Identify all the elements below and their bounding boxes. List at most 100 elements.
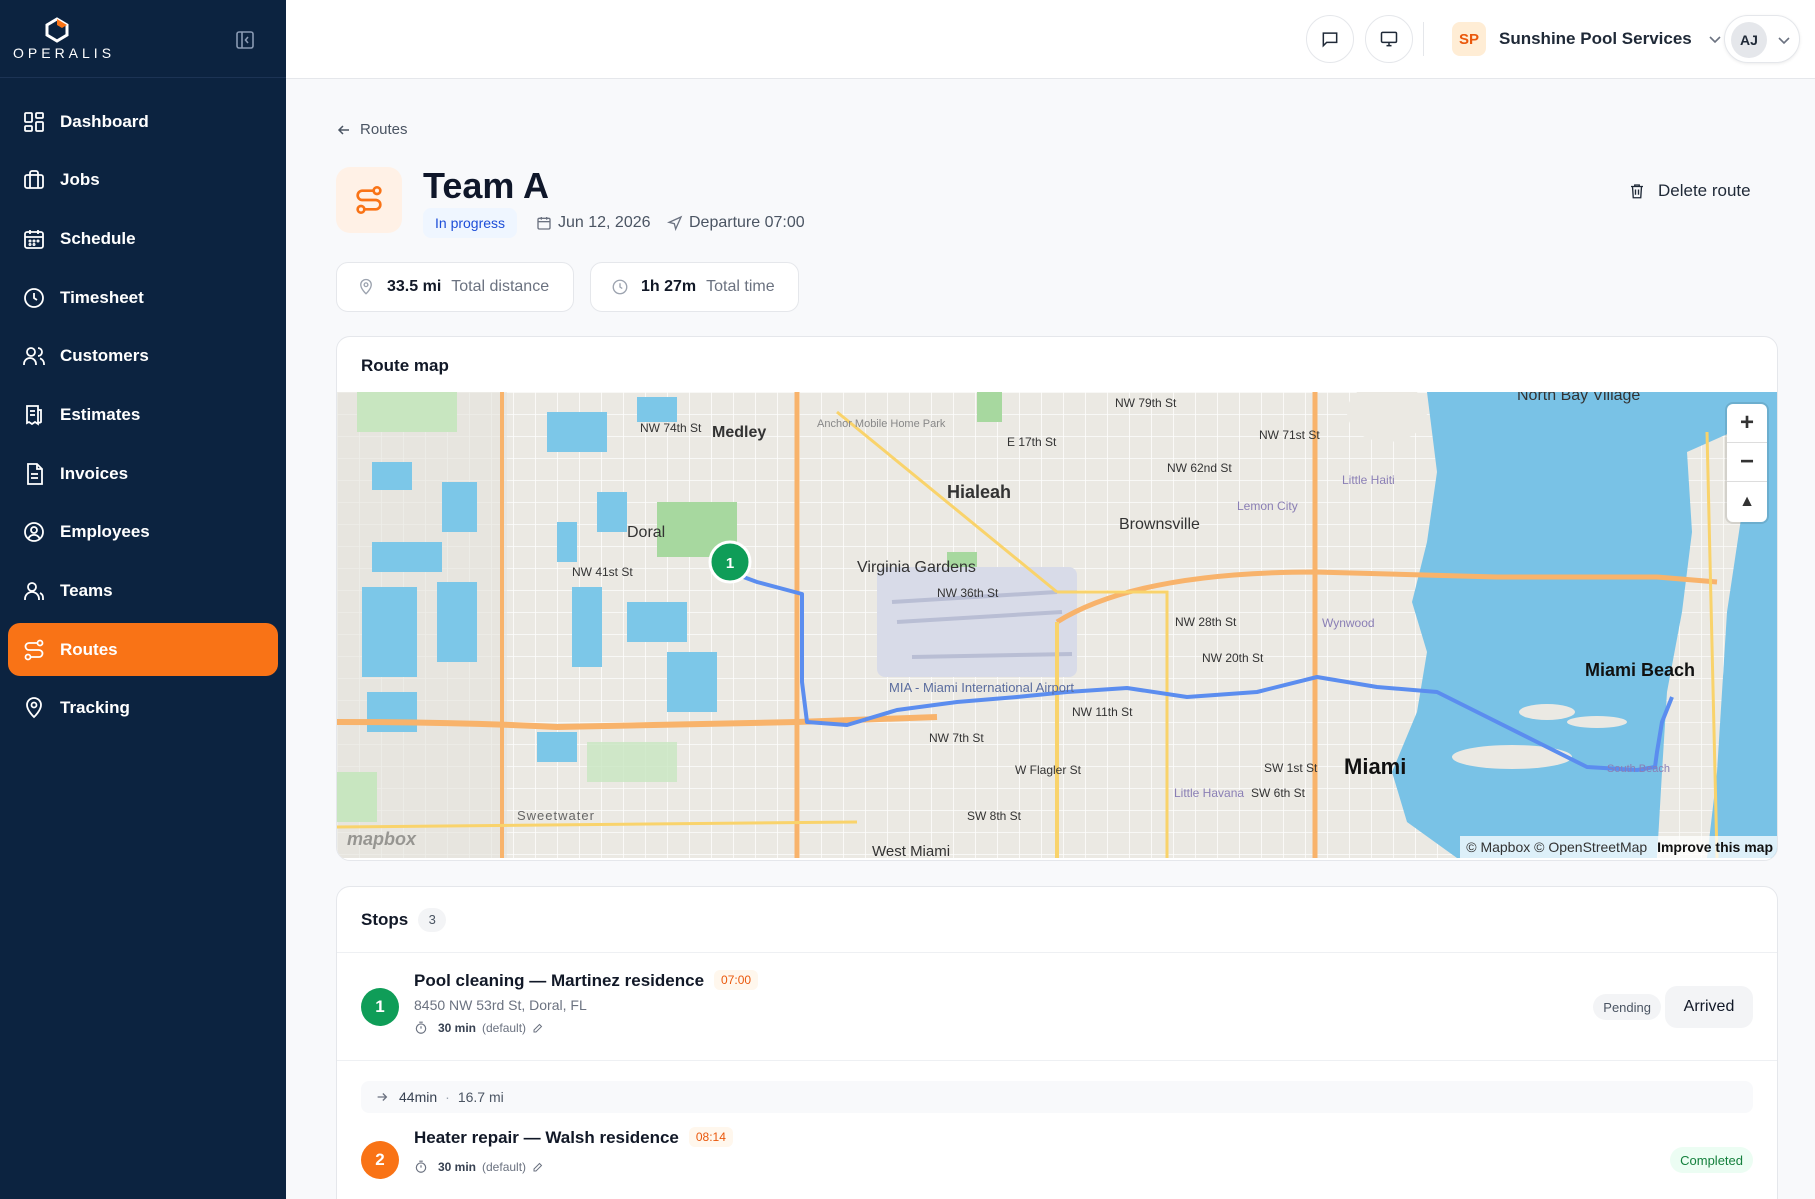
sidebar-item-schedule[interactable]: Schedule	[8, 212, 278, 265]
mapbox-logo[interactable]: mapbox	[347, 829, 416, 850]
sidebar-item-estimates[interactable]: Estimates	[8, 388, 278, 441]
route-map[interactable]: Medley Hialeah Doral Brownsville Virgini…	[337, 392, 1778, 858]
map-canvas[interactable]: Medley Hialeah Doral Brownsville Virgini…	[337, 392, 1778, 858]
map-zoom-controls: + − ▲	[1727, 404, 1767, 522]
map-stop-marker[interactable]: 1	[708, 540, 752, 584]
map-label-hialeah: Hialeah	[947, 482, 1011, 502]
stops-card: Stops 3 1 Pool cleaning — Martinez resid…	[336, 886, 1778, 1199]
route-date: Jun 12, 2026	[536, 214, 651, 232]
sidebar-item-label: Tracking	[60, 698, 130, 718]
map-street-nw7: NW 7th St	[929, 731, 984, 745]
total-time-value: 1h 27m	[641, 278, 697, 295]
user-menu[interactable]: AJ	[1724, 15, 1800, 63]
stop-title: Pool cleaning — Martinez residence 07:00	[414, 970, 759, 991]
route-departure: Departure 07:00	[667, 214, 805, 232]
stop-duration-value: 30 min	[438, 1021, 477, 1035]
stop-title-text: Pool cleaning — Martinez residence	[414, 971, 705, 990]
stop-item[interactable]: 1 Pool cleaning — Martinez residence 07:0…	[337, 953, 1777, 1061]
edit-icon[interactable]	[532, 1022, 544, 1034]
breadcrumb[interactable]: Routes	[336, 121, 408, 138]
sidebar-item-label: Dashboard	[60, 111, 149, 131]
sidebar-item-label: Jobs	[60, 170, 100, 190]
sidebar-item-invoices[interactable]: Invoices	[8, 447, 278, 500]
map-street-nw74: NW 74th St	[640, 421, 702, 435]
delete-route-button[interactable]: Delete route	[1628, 176, 1751, 206]
sidebar-item-label: Invoices	[60, 463, 129, 483]
stop-title-text: Heater repair — Walsh residence	[414, 1128, 679, 1147]
messages-button[interactable]	[1306, 15, 1354, 63]
zoom-in-button[interactable]: +	[1727, 404, 1767, 443]
status-badge: Completed	[1670, 1147, 1753, 1173]
map-pin-icon	[26, 697, 42, 719]
sidebar-item-jobs[interactable]: Jobs	[8, 154, 278, 207]
map-street-nw41: NW 41st St	[572, 565, 633, 579]
clock-icon	[612, 279, 628, 295]
map-label-lemon-city: Lemon City	[1237, 499, 1298, 513]
map-label-north-bay-village: North Bay Village	[1517, 392, 1640, 404]
operalis-logo-icon	[45, 17, 69, 43]
sidebar-item-dashboard[interactable]: Dashboard	[8, 95, 278, 148]
arrow-left-icon	[337, 124, 349, 135]
improve-map-link[interactable]: Improve this map	[1657, 839, 1773, 855]
calendar-icon	[537, 217, 551, 230]
map-street-sw6: SW 6th St	[1251, 786, 1306, 800]
estimate-icon	[26, 405, 42, 426]
travel-time: 44min	[399, 1089, 438, 1105]
company-name: Sunshine Pool Services	[1499, 29, 1692, 48]
map-street-wflagler: W Flagler St	[1015, 763, 1082, 777]
collapse-sidebar-icon[interactable]	[234, 29, 256, 51]
stop-time: 08:14	[688, 1127, 733, 1147]
map-street-sw8: SW 8th St	[967, 809, 1022, 823]
map-label-west-miami: West Miami	[872, 843, 950, 858]
company-switcher[interactable]: SP Sunshine Pool Services	[1452, 22, 1722, 56]
sidebar-item-label: Schedule	[60, 228, 136, 248]
display-button[interactable]	[1365, 15, 1413, 63]
sidebar-item-label: Customers	[60, 346, 149, 366]
sidebar-item-tracking[interactable]: Tracking	[8, 682, 278, 735]
timer-icon	[415, 1021, 427, 1034]
map-label-little-haiti: Little Haiti	[1342, 473, 1395, 487]
topbar: SP Sunshine Pool Services AJ	[286, 0, 1815, 79]
travel-distance: 16.7 mi	[457, 1089, 504, 1105]
compass-button[interactable]: ▲	[1727, 482, 1767, 521]
stop-title: Heater repair — Walsh residence 08:14	[414, 1127, 733, 1148]
topbar-divider	[1423, 22, 1424, 56]
stop-duration: 30 min (default)	[414, 1021, 544, 1035]
map-label-miami-beach: Miami Beach	[1585, 660, 1695, 680]
stop-item[interactable]: 44min · 16.7 mi 2 Heater repair — Walsh …	[337, 1061, 1777, 1191]
stops-count: 3	[418, 907, 447, 932]
arrived-button[interactable]: Arrived	[1665, 986, 1753, 1028]
edit-icon[interactable]	[532, 1161, 544, 1173]
sidebar-item-routes[interactable]: Routes	[8, 623, 278, 677]
map-attribution-text[interactable]: © Mapbox © OpenStreetMap	[1466, 839, 1647, 855]
map-pin-icon	[360, 278, 372, 295]
calendar-icon	[24, 229, 44, 249]
company-badge: SP	[1452, 22, 1486, 56]
sidebar-item-customers[interactable]: Customers	[8, 330, 278, 383]
total-distance-value: 33.5 mi	[387, 278, 442, 295]
map-label-mia-airport: MIA - Miami International Airport	[889, 680, 1074, 695]
map-street-nw79: NW 79th St	[1115, 396, 1177, 410]
stop-duration-note: (default)	[482, 1160, 527, 1174]
map-label-wynwood: Wynwood	[1322, 616, 1375, 630]
sidebar-item-timesheet[interactable]: Timesheet	[8, 271, 278, 324]
map-label-sweetwater: Sweetwater	[517, 808, 595, 823]
map-street-nw20: NW 20th St	[1202, 651, 1264, 665]
status-badge: Pending	[1593, 994, 1661, 1020]
avatar: AJ	[1731, 22, 1767, 58]
sidebar-item-teams[interactable]: Teams	[8, 565, 278, 618]
stop-duration-note: (default)	[482, 1021, 527, 1035]
briefcase-icon	[24, 170, 44, 190]
grid-icon	[24, 111, 44, 132]
route-date-text: Jun 12, 2026	[558, 214, 651, 231]
map-street-nw62: NW 62nd St	[1167, 461, 1232, 475]
chevron-down-icon	[1778, 37, 1790, 45]
zoom-out-button[interactable]: −	[1727, 443, 1767, 482]
map-street-sw1: SW 1st St	[1264, 761, 1318, 775]
stop-duration-value: 30 min	[438, 1160, 477, 1174]
team-icon	[24, 582, 44, 600]
map-label-south-beach: South Beach	[1607, 763, 1670, 775]
sidebar-item-employees[interactable]: Employees	[8, 506, 278, 559]
map-label-medley: Medley	[712, 424, 766, 441]
route-map-card: Route map Medley Hialeah Doral Brownsvil…	[336, 336, 1778, 861]
